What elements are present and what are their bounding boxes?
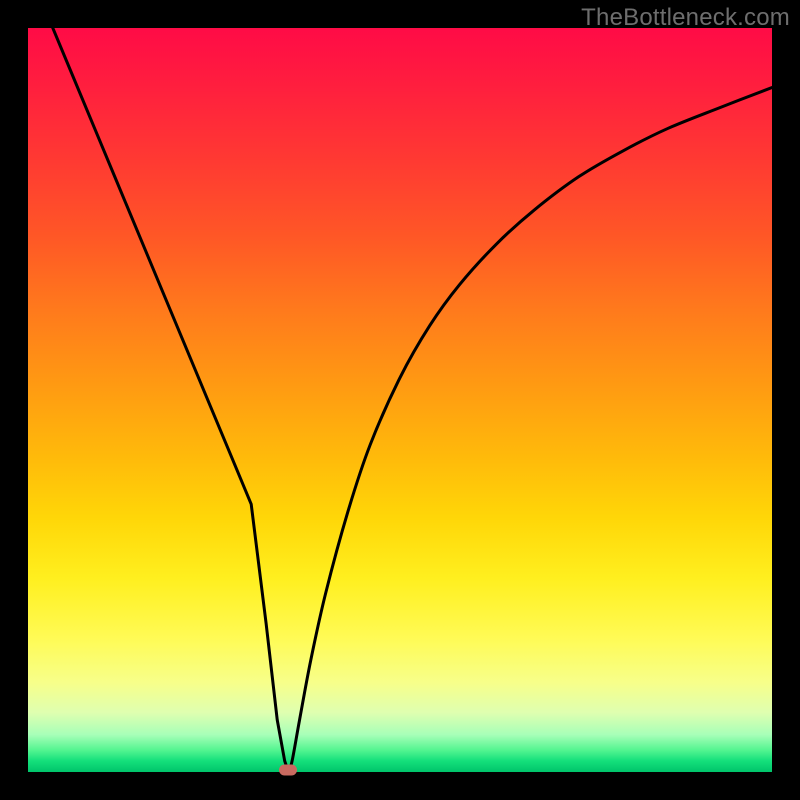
bottleneck-curve xyxy=(28,28,772,772)
chart-frame: TheBottleneck.com xyxy=(0,0,800,800)
plot-area xyxy=(28,28,772,772)
curve-layer xyxy=(28,28,772,772)
